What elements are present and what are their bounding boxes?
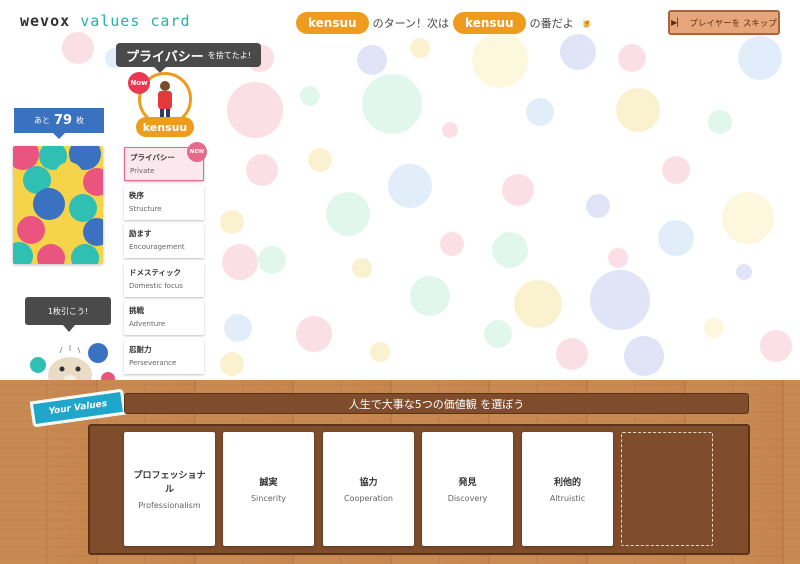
draw-prompt-bubble: 1枚引こう! <box>25 297 111 332</box>
draw-deck[interactable] <box>13 146 103 264</box>
current-player-pill: kensuu <box>296 12 369 34</box>
card-en: Discovery <box>447 493 488 503</box>
empty-value-slot[interactable] <box>621 432 713 546</box>
discard-card[interactable]: 忍耐力 Perseverance <box>124 339 204 374</box>
card-en: Cooperation <box>344 493 393 503</box>
value-card[interactable]: 誠実 Sincerity <box>223 432 314 546</box>
discard-card[interactable]: 励ます Encouragement <box>124 224 204 259</box>
card-en: Encouragement <box>129 243 185 252</box>
card-en: Perseverance <box>129 358 177 367</box>
app-logo: wevox values card <box>20 12 191 30</box>
turn-end-text: の番だよ <box>529 17 574 30</box>
logo-product: values card <box>80 12 191 30</box>
values-instruction: 人生で大事な5つの価値観 を選ぼう <box>124 393 749 414</box>
deck-count-prefix: あと <box>33 116 50 125</box>
turn-banner: kensuu のターン！次は kensuu の番だよ 🍺 <box>296 12 593 34</box>
card-ja: 協力 <box>359 477 378 488</box>
discard-card[interactable]: 挑戦 Adventure <box>124 301 204 336</box>
deck-count-number: 79 <box>53 113 73 128</box>
discard-speech-bubble: プライバシー を捨てたよ! <box>116 43 261 73</box>
card-en: Adventure <box>129 320 166 329</box>
discard-card[interactable]: プライバシー Private NEW <box>124 142 207 181</box>
card-ja: 励ます <box>129 229 152 239</box>
discarded-card-name: プライバシー <box>126 49 204 65</box>
deck-count-label: あと 79 枚 <box>14 108 104 139</box>
card-ja: 秩序 <box>129 190 144 200</box>
card-en: Private <box>130 167 155 175</box>
player-name: kensuu <box>136 117 194 137</box>
now-badge: Now <box>128 72 150 94</box>
card-ja: 忍耐力 <box>129 344 152 354</box>
discard-pile: プライバシー Private NEW 秩序 Structure 励ます Enco… <box>124 142 207 379</box>
new-badge: NEW <box>187 142 207 162</box>
card-en: Altruistic <box>549 493 586 503</box>
card-en: Professionalism <box>138 500 201 510</box>
card-ja: 利他的 <box>553 477 581 488</box>
discard-speech-tail: を捨てたよ! <box>207 50 251 60</box>
card-en: Sincerity <box>250 493 287 503</box>
value-card[interactable]: 協力 Cooperation <box>323 432 414 546</box>
logo-word: wevox <box>20 12 71 30</box>
card-ja: 誠実 <box>259 477 278 488</box>
skip-player-button[interactable]: ▶▏ プレイヤーを スキップ <box>668 10 780 35</box>
value-card[interactable]: 利他的 Altruistic <box>522 432 613 546</box>
turn-mid-text: のターン！次は <box>372 17 450 30</box>
skip-label: プレイヤーを スキップ <box>689 18 777 29</box>
next-player-pill: kensuu <box>453 12 526 34</box>
value-card[interactable]: プロフェッショナル Professionalism <box>124 432 215 546</box>
discard-card[interactable]: 秩序 Structure <box>124 185 204 220</box>
discard-card[interactable]: ドメスティック Domestic focus <box>124 262 204 297</box>
value-card[interactable]: 発見 Discovery <box>422 432 513 546</box>
card-en: Structure <box>129 204 162 213</box>
card-ja: ドメスティック <box>129 267 182 277</box>
deck-count-suffix: 枚 <box>76 116 85 125</box>
card-ja: プロフェッショナル <box>133 470 206 495</box>
beer-icon: 🍺 <box>580 17 594 29</box>
card-ja: 挑戦 <box>129 306 144 316</box>
deck-pattern <box>13 146 103 264</box>
card-ja: 発見 <box>458 477 477 488</box>
card-en: Domestic focus <box>129 281 183 290</box>
skip-icon: ▶▏ <box>671 18 684 27</box>
